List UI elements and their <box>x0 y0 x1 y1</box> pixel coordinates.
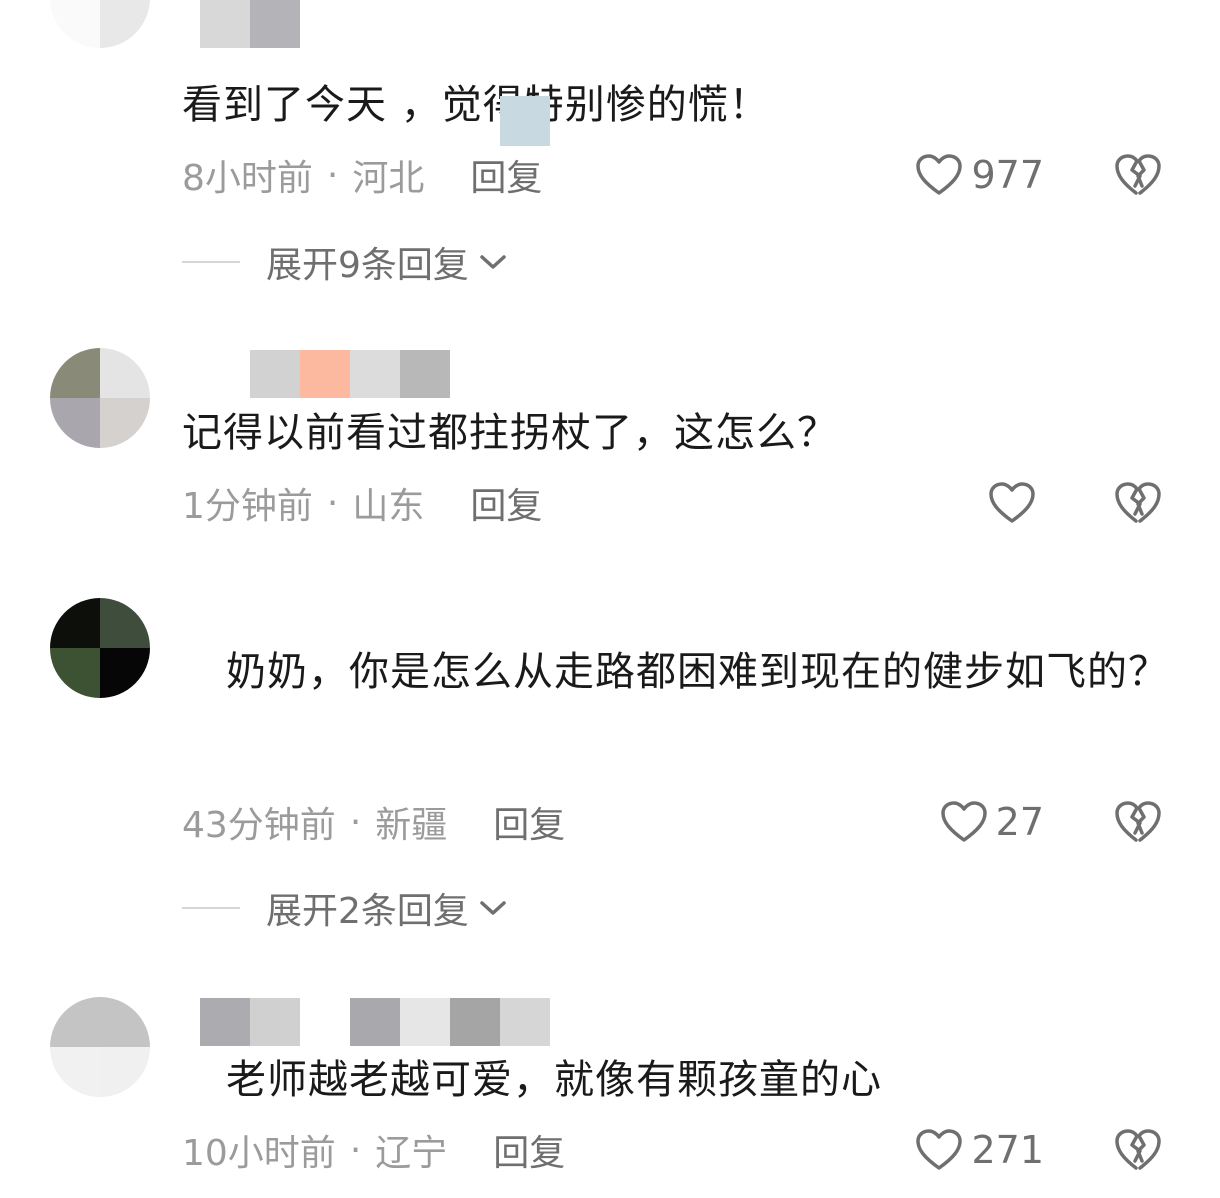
avatar[interactable] <box>50 997 150 1097</box>
like-button[interactable] <box>988 478 1044 528</box>
comment-region: 新疆 <box>375 805 448 846</box>
expand-replies-label: 展开9条回复 <box>266 245 469 286</box>
heart-outline-icon <box>989 482 1035 523</box>
comment-text: 奶奶，你是怎么从走路都困难到现在的健步如飞的？ <box>226 649 1169 695</box>
separator-dot: · <box>349 801 362 843</box>
like-count: 271 <box>971 1128 1044 1172</box>
avatar[interactable] <box>50 0 150 48</box>
reply-button[interactable]: 回复 <box>470 149 542 201</box>
comment-region: 辽宁 <box>375 1133 448 1174</box>
chevron-down-icon <box>480 255 506 269</box>
dislike-button[interactable] <box>1114 478 1162 528</box>
comment-time: 8小时前 <box>182 158 313 199</box>
separator-dot: · <box>326 154 339 196</box>
avatar[interactable] <box>50 598 150 698</box>
username-redacted[interactable] <box>200 998 550 1046</box>
expand-replies-button[interactable]: 展开2条回复 <box>182 883 507 933</box>
like-count: 27 <box>995 800 1044 844</box>
dislike-button[interactable] <box>1114 150 1162 200</box>
like-button[interactable]: 977 <box>915 150 1044 200</box>
comment-meta: 8小时前 · 河北 回复 <box>182 150 542 200</box>
comment-region: 河北 <box>352 158 425 199</box>
heart-outline-icon <box>940 801 987 842</box>
broken-heart-icon <box>1115 1129 1161 1170</box>
like-count: 977 <box>971 153 1044 197</box>
chevron-down-icon <box>480 901 506 915</box>
heart-outline-icon <box>916 1129 963 1170</box>
reply-button[interactable]: 回复 <box>493 796 565 848</box>
comment-meta: 1分钟前 · 山东 回复 <box>182 478 542 528</box>
dislike-button[interactable] <box>1114 797 1162 847</box>
avatar[interactable] <box>50 348 150 448</box>
heart-outline-icon <box>916 154 963 195</box>
expand-replies-button[interactable]: 展开9条回复 <box>182 237 507 287</box>
like-button[interactable]: 27 <box>940 797 1044 847</box>
comment-text: 看到了今天 ，觉得特别惨的慌！ <box>182 82 770 128</box>
broken-heart-icon <box>1115 482 1161 523</box>
comment-time: 1分钟前 <box>182 486 313 527</box>
comment-time: 43分钟前 <box>182 805 336 846</box>
username-redacted[interactable] <box>200 0 300 48</box>
dislike-button[interactable] <box>1114 1125 1162 1175</box>
username-redacted[interactable] <box>250 350 450 398</box>
separator-dot: · <box>326 482 339 524</box>
divider-line <box>182 261 240 263</box>
reply-button[interactable]: 回复 <box>493 1124 565 1176</box>
divider-line <box>182 907 240 909</box>
redacted-block <box>500 96 550 146</box>
comment-time: 10小时前 <box>182 1133 336 1174</box>
like-button[interactable]: 271 <box>915 1125 1044 1175</box>
comment-meta: 10小时前 · 辽宁 回复 <box>182 1125 565 1175</box>
separator-dot: · <box>349 1129 362 1171</box>
comment-meta: 43分钟前 · 新疆 回复 <box>182 797 565 847</box>
expand-replies-label: 展开2条回复 <box>266 891 469 932</box>
comment-text: 老师越老越可爱，就像有颗孩童的心 <box>226 1057 882 1103</box>
broken-heart-icon <box>1115 801 1161 842</box>
comment-text: 记得以前看过都拄拐杖了，这怎么？ <box>182 410 838 456</box>
reply-button[interactable]: 回复 <box>470 477 542 529</box>
comment-region: 山东 <box>352 486 425 527</box>
broken-heart-icon <box>1115 154 1161 195</box>
